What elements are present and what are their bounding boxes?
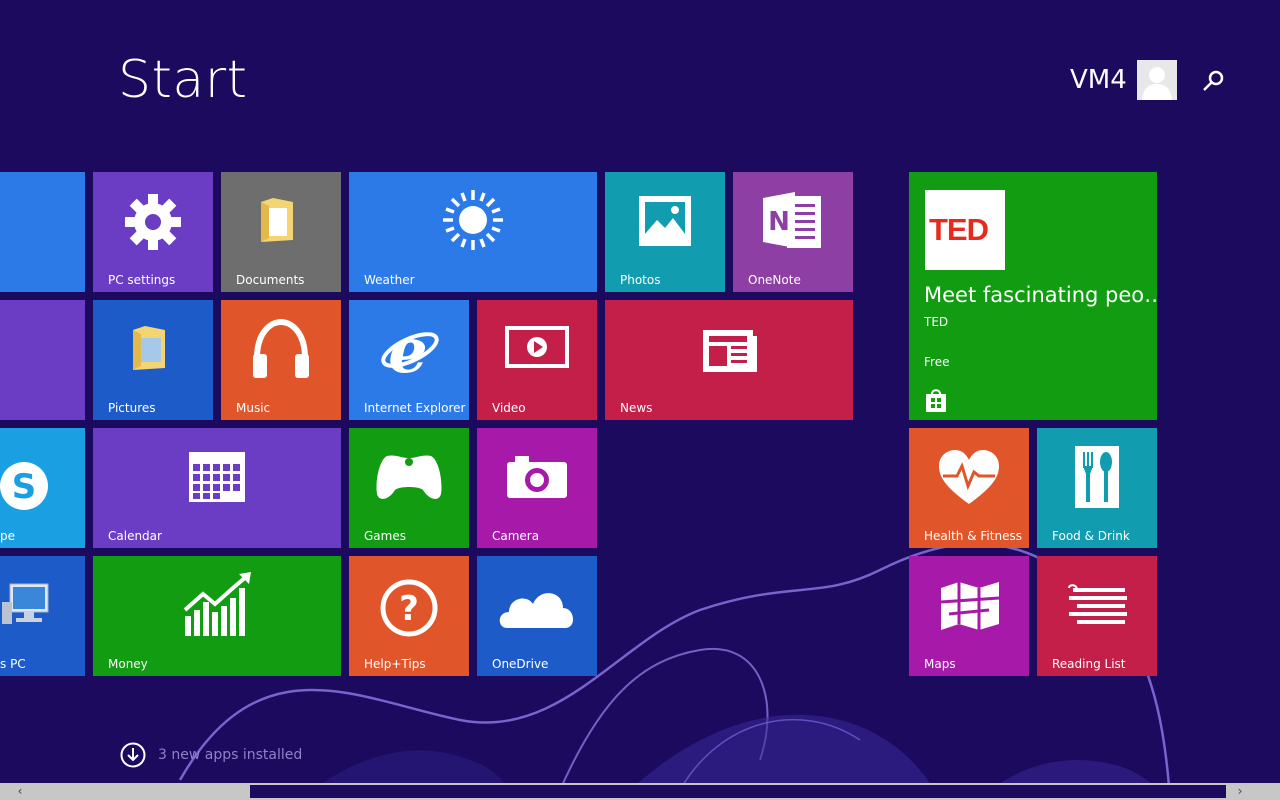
tile-music[interactable]: Music	[221, 300, 341, 420]
tile-games[interactable]: Games	[349, 428, 469, 548]
scroll-left-arrow[interactable]: ‹	[10, 783, 30, 800]
tile-partial-middle[interactable]	[0, 300, 85, 420]
ted-price: Free	[924, 355, 950, 369]
tile-photos[interactable]: Photos	[605, 172, 725, 292]
notification-text: 3 new apps installed	[158, 747, 303, 763]
ted-description: Meet fascinating peo…	[924, 283, 1157, 307]
tile-partial-top[interactable]	[0, 172, 85, 292]
tile-label: Food & Drink	[1052, 529, 1130, 543]
tile-calendar[interactable]: Calendar	[93, 428, 341, 548]
heart-icon	[939, 450, 999, 504]
tile-ted[interactable]: TED Meet fascinating peo… TED Free	[909, 172, 1157, 420]
scrollbar-thumb[interactable]	[250, 785, 1226, 798]
question-icon: ?	[380, 579, 438, 637]
store-icon	[926, 389, 946, 412]
tile-weather[interactable]: Weather	[349, 172, 597, 292]
play-icon	[505, 326, 569, 368]
tile-label: Photos	[620, 273, 661, 287]
tile-label: Reading List	[1052, 657, 1126, 671]
skype-icon: S	[0, 462, 48, 510]
tile-label: News	[620, 401, 653, 415]
gamepad-icon	[376, 455, 442, 499]
tile-camera[interactable]: Camera	[477, 428, 597, 548]
svg-text:e: e	[388, 320, 427, 380]
svg-text:N: N	[768, 207, 790, 237]
tile-help-tips[interactable]: ? Help+Tips	[349, 556, 469, 676]
horizontal-scrollbar[interactable]: ‹ ›	[0, 783, 1280, 800]
user-account[interactable]: VM4	[1070, 60, 1177, 100]
tile-label: pe	[0, 529, 15, 543]
user-name: VM4	[1070, 65, 1127, 95]
tile-reading-list[interactable]: Reading List	[1037, 556, 1157, 676]
tile-video[interactable]: Video	[477, 300, 597, 420]
tile-pictures[interactable]: Pictures	[93, 300, 213, 420]
tile-health-fitness[interactable]: Health & Fitness	[909, 428, 1029, 548]
headphones-icon	[253, 318, 309, 378]
scroll-right-arrow[interactable]: ›	[1230, 783, 1250, 800]
tile-internet-explorer[interactable]: e Internet Explorer	[349, 300, 469, 420]
svg-text:S: S	[12, 467, 37, 507]
gear-icon	[125, 194, 181, 250]
tile-label: Help+Tips	[364, 657, 426, 671]
tile-label: s PC	[0, 657, 26, 671]
newspaper-icon	[703, 330, 757, 372]
tile-onedrive[interactable]: OneDrive	[477, 556, 597, 676]
tile-label: Camera	[492, 529, 540, 543]
ted-logo: TED	[925, 190, 1005, 270]
tile-documents[interactable]: Documents	[221, 172, 341, 292]
cutlery-icon	[1075, 446, 1119, 508]
tile-label: Calendar	[108, 529, 162, 543]
list-icon	[1068, 584, 1127, 624]
tile-label: PC settings	[108, 273, 176, 287]
tile-label: Weather	[364, 273, 415, 287]
tile-this-pc[interactable]: s PC	[0, 556, 85, 676]
tile-label: Music	[236, 401, 271, 415]
download-arrow-icon	[120, 742, 146, 768]
tile-label: Money	[108, 657, 148, 671]
svg-text:?: ?	[399, 589, 419, 629]
camera-icon	[507, 456, 567, 498]
sun-icon	[443, 190, 503, 250]
tile-label: OneNote	[748, 273, 801, 287]
tile-label: Video	[492, 401, 526, 415]
tile-food-drink[interactable]: Food & Drink	[1037, 428, 1157, 548]
page-title: Start	[118, 50, 248, 110]
photo-icon	[639, 196, 691, 246]
tile-pc-settings[interactable]: PC settings	[93, 172, 213, 292]
tile-label: OneDrive	[492, 657, 549, 671]
tile-label: Games	[364, 529, 406, 543]
search-icon[interactable]	[1200, 68, 1226, 94]
ie-icon: e	[381, 320, 439, 380]
map-icon	[940, 582, 1000, 630]
calendar-icon	[189, 452, 245, 502]
tile-skype[interactable]: S pe	[0, 428, 85, 548]
tile-maps[interactable]: Maps	[909, 556, 1029, 676]
cloud-icon	[499, 593, 574, 628]
ted-publisher: TED	[924, 315, 949, 329]
new-apps-notification[interactable]: 3 new apps installed	[120, 742, 302, 768]
tile-label: Internet Explorer	[364, 401, 466, 415]
tile-label: Maps	[924, 657, 956, 671]
tile-label: Documents	[236, 273, 305, 287]
tile-label: Pictures	[108, 401, 156, 415]
person-icon[interactable]	[1136, 60, 1177, 100]
tile-onenote[interactable]: N OneNote	[733, 172, 853, 292]
folder-icon	[261, 198, 293, 242]
tile-news[interactable]: News	[605, 300, 853, 420]
chart-icon	[183, 572, 251, 636]
computer-icon	[2, 583, 49, 624]
tile-label: Health & Fitness	[924, 529, 1022, 543]
folder-icon	[133, 326, 165, 370]
onenote-icon: N	[763, 192, 821, 248]
tile-money[interactable]: Money	[93, 556, 341, 676]
